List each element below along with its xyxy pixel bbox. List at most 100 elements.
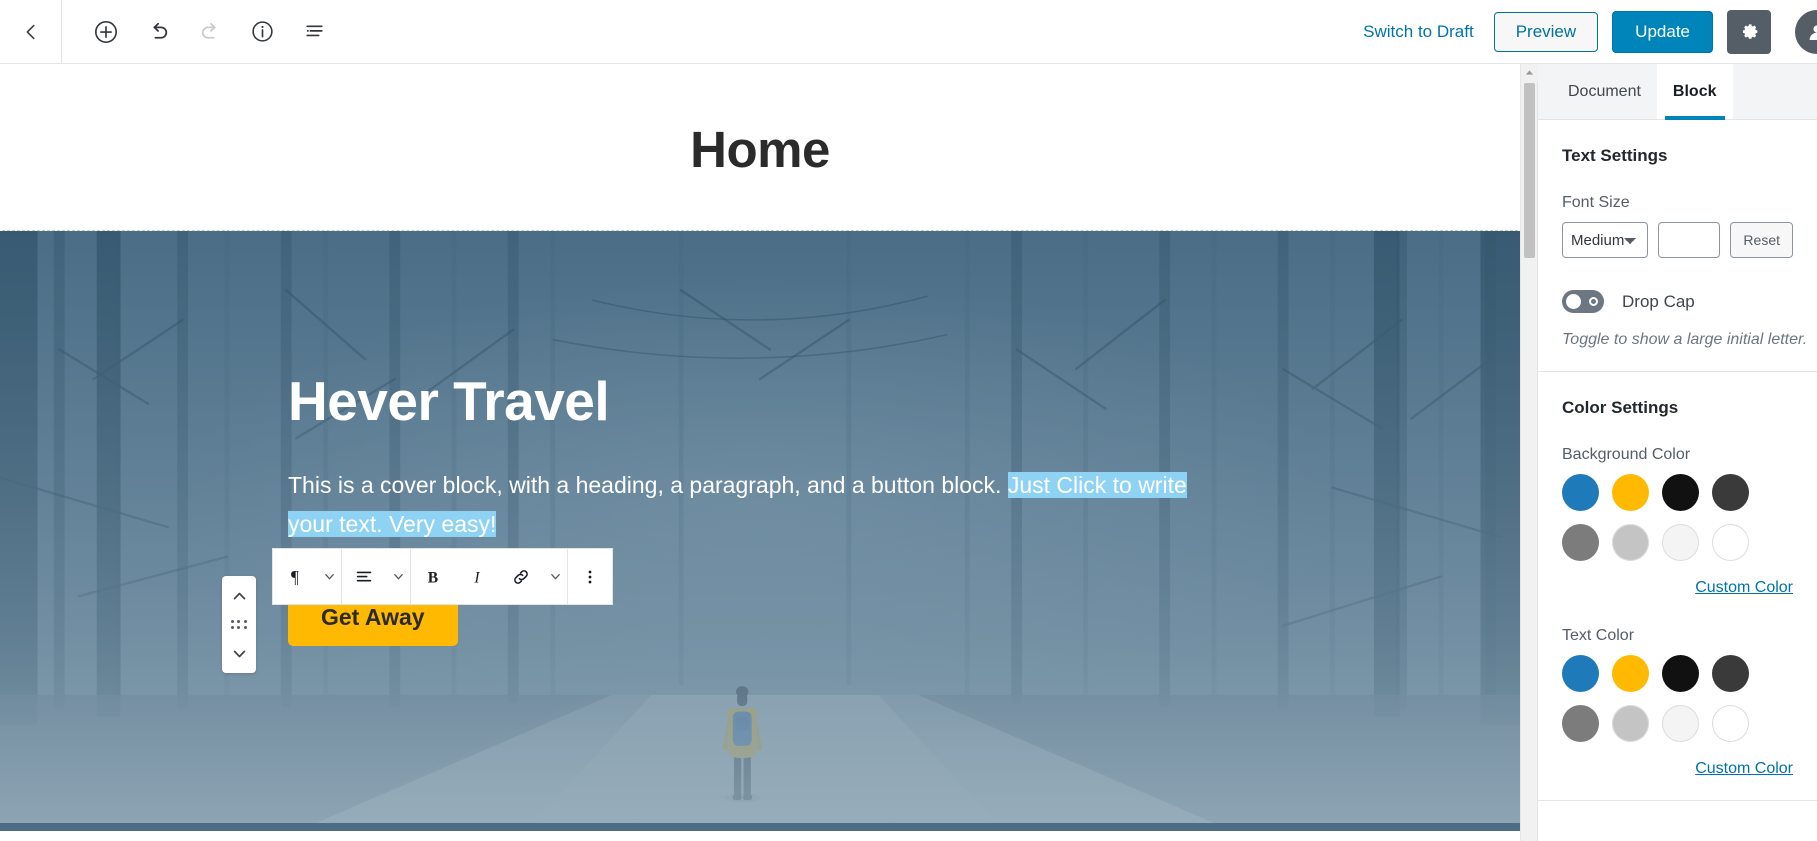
sidebar-tabs: Document Block [1538, 64, 1817, 120]
scrollbar-up-button[interactable] [1520, 64, 1538, 81]
gear-icon [1742, 24, 1757, 39]
block-type-group: ¶ [273, 549, 342, 604]
settings-button[interactable] [1727, 9, 1771, 54]
text-color-label: Text Color [1562, 627, 1635, 644]
info-icon [251, 21, 273, 42]
drop-cap-row: Drop Cap [1562, 290, 1793, 313]
move-down-button[interactable] [224, 640, 254, 666]
color-swatch-light-gray[interactable] [1612, 705, 1649, 742]
tab-document[interactable]: Document [1552, 64, 1657, 119]
font-size-custom-input[interactable] [1658, 222, 1721, 258]
color-swatch-white[interactable] [1712, 705, 1749, 742]
more-vertical-icon [588, 570, 592, 583]
top-bar-left-tools [0, 0, 336, 64]
redo-button[interactable] [188, 10, 232, 54]
editor-tools [62, 10, 336, 54]
toggle-off-indicator [1589, 297, 1598, 306]
scrollbar-thumb[interactable] [1523, 83, 1535, 258]
drag-handle-icon[interactable] [230, 620, 248, 629]
background-color-label: Background Color [1562, 446, 1691, 463]
color-swatch-black[interactable] [1662, 474, 1699, 511]
background-color-group: Background Color Custom Color [1562, 446, 1793, 597]
chevron-down-icon [550, 573, 560, 580]
undo-button[interactable] [136, 10, 180, 54]
color-swatch-blue[interactable] [1562, 474, 1599, 511]
paragraph-text-plain: This is a cover block, with a heading, a… [288, 471, 1008, 498]
link-icon [514, 569, 528, 584]
block-type-button[interactable]: ¶ [273, 549, 317, 604]
chevron-left-icon [26, 24, 35, 39]
tab-block[interactable]: Block [1656, 64, 1733, 120]
list-view-icon [305, 25, 323, 37]
paragraph-icon: ¶ [291, 566, 299, 586]
cover-block[interactable]: Hever Travel This is a cover block, with… [0, 231, 1520, 832]
font-size-reset-button[interactable]: Reset [1730, 222, 1793, 258]
color-swatch-medium-gray[interactable] [1562, 705, 1599, 742]
chevron-up-icon [233, 592, 245, 599]
add-block-button[interactable] [84, 10, 128, 54]
color-swatch-light-gray[interactable] [1612, 524, 1649, 561]
editor-body: Home Hever Travel This is a cover block,… [0, 64, 1817, 841]
color-swatch-black[interactable] [1662, 655, 1699, 692]
post-title-area[interactable]: Home [0, 64, 1520, 230]
switch-to-draft-link[interactable]: Switch to Draft [1357, 16, 1480, 48]
preview-button[interactable]: Preview [1493, 11, 1599, 52]
color-swatch-blue[interactable] [1562, 655, 1599, 692]
avatar-icon [1809, 24, 1817, 40]
user-avatar[interactable] [1795, 9, 1817, 54]
align-left-icon [356, 571, 372, 581]
align-button[interactable] [342, 549, 386, 604]
more-options-button[interactable] [568, 549, 612, 604]
toggle-knob [1566, 294, 1581, 309]
block-navigation-button[interactable] [292, 10, 336, 54]
color-swatch-white[interactable] [1712, 524, 1749, 561]
svg-text:I: I [473, 569, 480, 586]
drop-cap-help-text: Toggle to show a large initial letter. [1562, 331, 1808, 348]
bold-button[interactable]: B [411, 549, 455, 604]
link-button[interactable] [499, 549, 543, 604]
text-color-group: Text Color Custom Color [1562, 627, 1793, 778]
cover-heading[interactable]: Hever Travel [288, 371, 1520, 432]
bold-icon: B [428, 569, 438, 586]
editor-canvas[interactable]: Home Hever Travel This is a cover block,… [0, 64, 1520, 841]
color-swatch-amber[interactable] [1612, 655, 1649, 692]
top-bar-right-actions: Switch to Draft Preview Update [1357, 0, 1817, 63]
font-size-select[interactable]: Medium [1562, 222, 1649, 258]
back-button[interactable] [0, 0, 62, 64]
chevron-down-icon [324, 573, 334, 580]
background-custom-color-link[interactable]: Custom Color [1562, 579, 1793, 597]
color-swatch-medium-gray[interactable] [1562, 524, 1599, 561]
more-options-group [568, 549, 612, 604]
font-size-controls: Medium Reset [1562, 222, 1793, 258]
drop-cap-toggle[interactable] [1562, 290, 1604, 313]
text-custom-color-link[interactable]: Custom Color [1562, 760, 1793, 778]
svg-text:B: B [428, 569, 438, 586]
chevron-down-icon [233, 650, 245, 657]
color-swatch-dark-gray[interactable] [1712, 474, 1749, 511]
editor-top-bar: Switch to Draft Preview Update [0, 0, 1817, 64]
update-button[interactable]: Update [1612, 10, 1713, 53]
block-type-caret[interactable] [317, 549, 341, 604]
add-block-icon [95, 20, 117, 43]
text-color-swatches [1562, 655, 1793, 742]
color-swatch-off-white[interactable] [1662, 524, 1699, 561]
undo-icon [152, 22, 167, 39]
color-swatch-off-white[interactable] [1662, 705, 1699, 742]
cover-paragraph[interactable]: This is a cover block, with a heading, a… [288, 466, 1198, 545]
text-settings-panel: Text Settings Font Size Medium Reset Dro… [1538, 120, 1817, 372]
italic-button[interactable]: I [455, 549, 499, 604]
color-swatch-dark-gray[interactable] [1712, 655, 1749, 692]
content-structure-button[interactable] [240, 10, 284, 54]
gutenberg-editor: Switch to Draft Preview Update Home Heve… [0, 0, 1817, 841]
alignment-group [342, 549, 411, 604]
block-toolbar: ¶ B I [272, 548, 613, 605]
settings-sidebar: Document Block Text Settings Font Size M… [1537, 64, 1817, 841]
text-settings-title: Text Settings [1562, 146, 1668, 165]
alignment-caret[interactable] [386, 549, 410, 604]
editor-scrollbar[interactable] [1520, 64, 1538, 841]
move-up-button[interactable] [224, 583, 254, 609]
formatting-caret[interactable] [543, 549, 567, 604]
color-swatch-amber[interactable] [1612, 474, 1649, 511]
background-color-swatches [1562, 474, 1793, 561]
post-title[interactable]: Home [0, 121, 1520, 178]
